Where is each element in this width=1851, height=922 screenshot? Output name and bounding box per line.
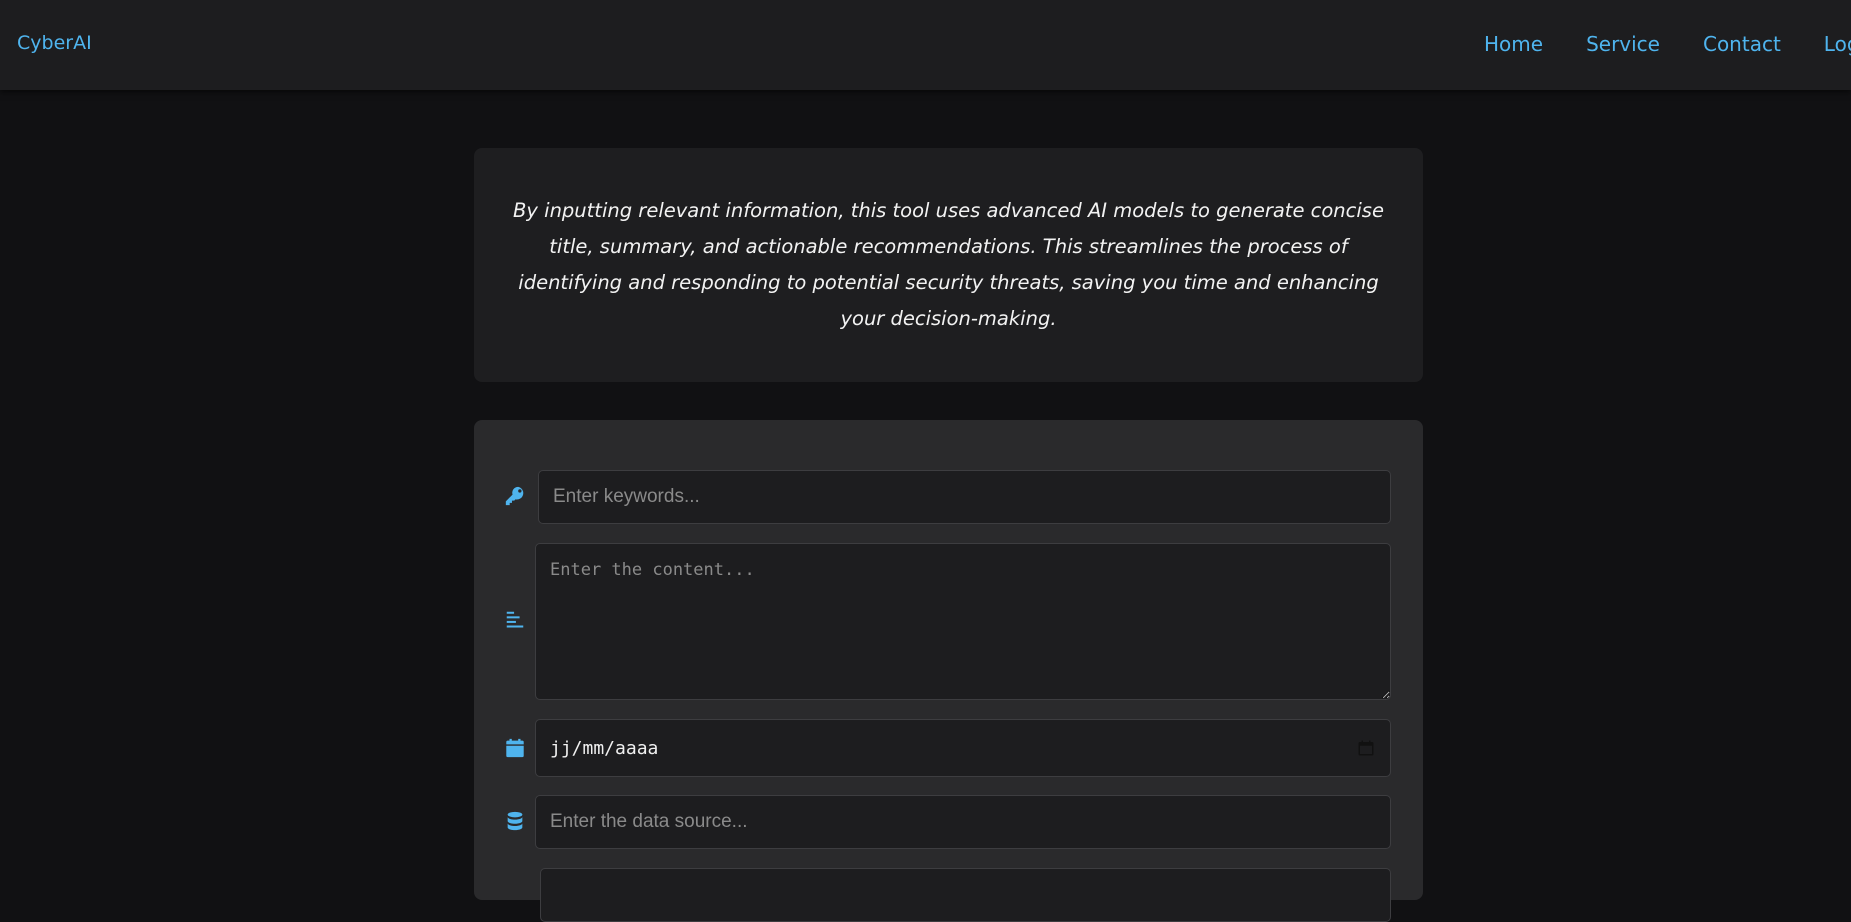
data-source-input[interactable] [535, 795, 1391, 849]
key-icon [504, 485, 526, 507]
align-left-icon [504, 609, 526, 631]
nav-links: Home Service Contact Log [1484, 32, 1851, 56]
intro-card: By inputting relevant information, this … [474, 148, 1423, 382]
nav-link-contact[interactable]: Contact [1703, 32, 1781, 56]
analysis-form: jj/mm/aaaa [474, 420, 1423, 922]
calendar-icon [504, 737, 526, 759]
brand-logo[interactable]: CyberAI [17, 32, 92, 54]
keywords-input[interactable] [538, 470, 1391, 524]
nav-link-login[interactable]: Log [1824, 32, 1851, 56]
next-field[interactable] [540, 868, 1391, 922]
date-value: jj/mm/aaaa [550, 737, 659, 759]
navbar: CyberAI Home Service Contact Log [0, 0, 1851, 90]
intro-text: By inputting relevant information, this … [513, 199, 1384, 330]
database-icon [504, 810, 526, 832]
nav-link-home[interactable]: Home [1484, 32, 1543, 56]
calendar-picker-icon[interactable] [1356, 738, 1376, 758]
content-textarea[interactable] [535, 543, 1391, 700]
date-input[interactable]: jj/mm/aaaa [535, 719, 1391, 777]
nav-link-service[interactable]: Service [1586, 32, 1660, 56]
